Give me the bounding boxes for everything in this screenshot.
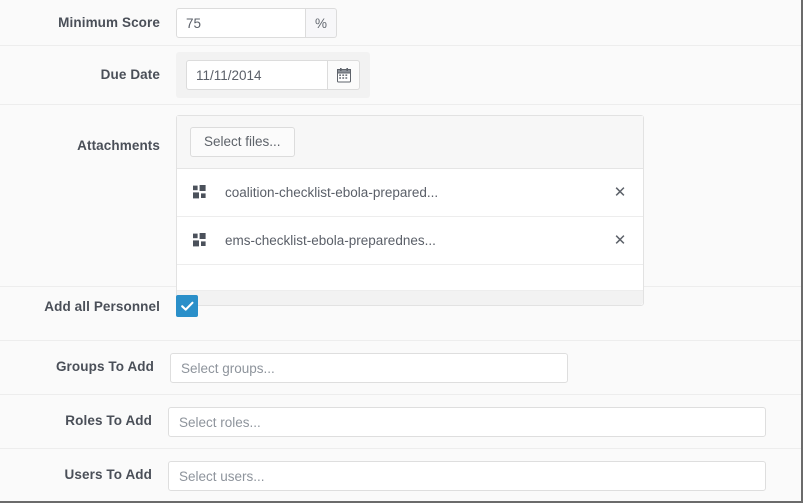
form-row-add-all-personnel: Add all Personnel — [0, 287, 801, 341]
attachment-file-name: coalition-checklist-ebola-prepared... — [225, 184, 439, 200]
users-to-add-input[interactable]: Select users... — [168, 461, 766, 491]
minimum-score-input-group: % — [176, 8, 338, 38]
grid-handle-icon[interactable] — [193, 185, 207, 199]
attachment-file-name: ems-checklist-ebola-preparednes... — [225, 232, 436, 248]
select-files-button[interactable]: Select files... — [190, 127, 295, 157]
form-row-attachments: Attachments Select files... coalition-ch… — [0, 105, 801, 306]
control-due-date — [176, 52, 801, 98]
attachment-row[interactable]: ems-checklist-ebola-preparednes... ✕ — [177, 216, 643, 265]
due-date-input[interactable] — [186, 60, 328, 90]
control-users-to-add: Select users... — [168, 461, 801, 491]
attachment-row[interactable]: coalition-checklist-ebola-prepared... ✕ — [177, 168, 643, 217]
form-screenshot: Minimum Score % Due Date — [0, 0, 803, 503]
label-attachments: Attachments — [77, 138, 160, 153]
label-users-to-add: Users To Add — [64, 467, 152, 482]
grid-handle-icon[interactable] — [193, 233, 207, 247]
add-all-personnel-checkbox[interactable] — [176, 295, 198, 317]
percent-addon: % — [306, 8, 338, 38]
form-row-roles-to-add: Roles To Add Select roles... — [0, 395, 801, 449]
label-due-date: Due Date — [100, 67, 160, 82]
control-minimum-score: % — [176, 8, 801, 38]
label-minimum-score: Minimum Score — [58, 15, 160, 30]
due-date-plate — [176, 52, 370, 98]
due-date-input-group — [186, 60, 360, 90]
roles-to-add-input[interactable]: Select roles... — [168, 407, 766, 437]
attachments-empty-area — [177, 264, 643, 290]
label-groups-to-add: Groups To Add — [55, 359, 154, 374]
minimum-score-input[interactable] — [176, 8, 306, 38]
label-roles-to-add: Roles To Add — [65, 413, 152, 428]
groups-to-add-input[interactable]: Select groups... — [170, 353, 568, 383]
form-row-users-to-add: Users To Add Select users... — [0, 449, 801, 501]
control-attachments: Select files... coalition-checklist-ebol… — [176, 115, 801, 306]
label-add-all-personnel: Add all Personnel — [44, 299, 160, 314]
form-row-due-date: Due Date — [0, 46, 801, 105]
control-roles-to-add: Select roles... — [168, 407, 801, 437]
close-icon[interactable]: ✕ — [611, 183, 629, 201]
check-icon — [180, 301, 193, 311]
close-icon[interactable]: ✕ — [611, 231, 629, 249]
form-row-minimum-score: Minimum Score % — [0, 0, 801, 46]
control-add-all-personnel — [176, 295, 801, 317]
control-groups-to-add: Select groups... — [170, 353, 801, 383]
attachments-header: Select files... — [177, 116, 643, 169]
form-row-groups-to-add: Groups To Add Select groups... — [0, 341, 801, 395]
attachments-panel: Select files... coalition-checklist-ebol… — [176, 115, 644, 306]
calendar-icon[interactable] — [328, 60, 360, 90]
